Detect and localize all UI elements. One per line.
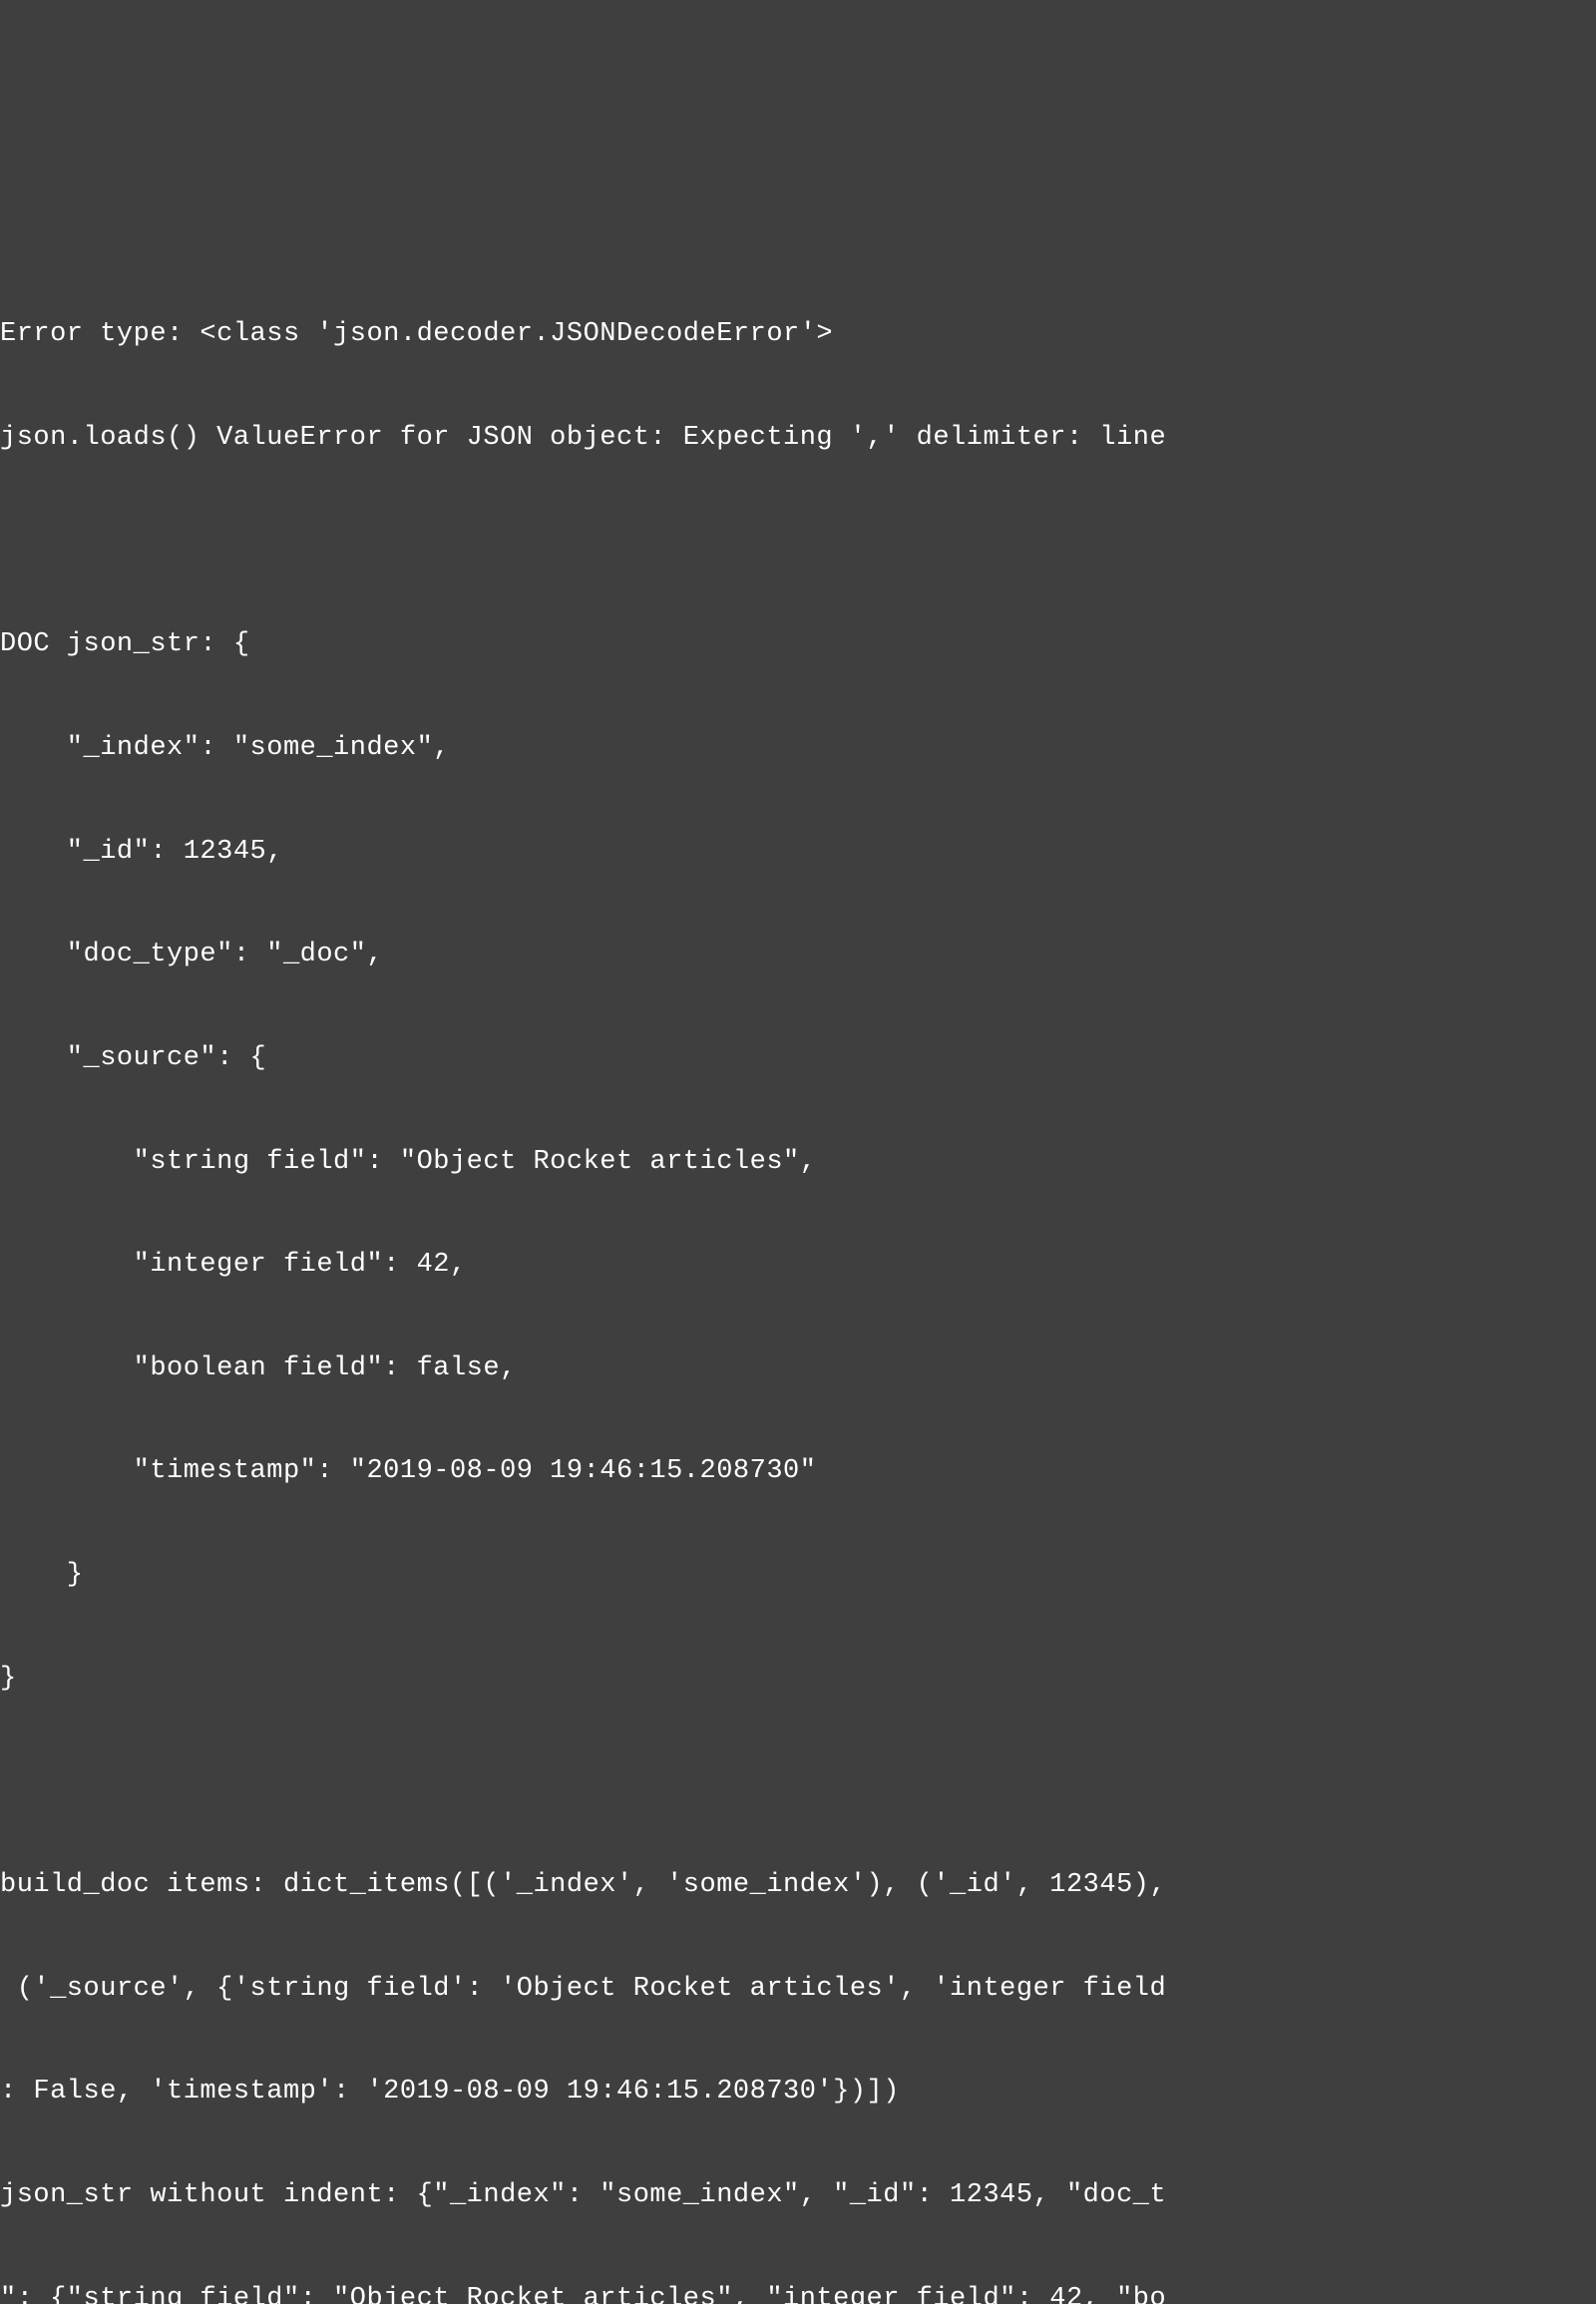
output-line: build_doc items: dict_items([('_index', … — [0, 1868, 1596, 1903]
output-line: "_index": "some_index", — [0, 731, 1596, 766]
terminal-output: Error type: <class 'json.decoder.JSONDec… — [0, 138, 1596, 2304]
output-line: "boolean field": false, — [0, 1351, 1596, 1386]
output-line: json_str without indent: {"_index": "som… — [0, 2178, 1596, 2213]
output-line: "doc_type": "_doc", — [0, 938, 1596, 972]
output-line: } — [0, 1558, 1596, 1593]
output-line: ": {"string field": "Object Rocket artic… — [0, 2282, 1596, 2304]
output-line: DOC json_str: { — [0, 627, 1596, 662]
output-line: json.loads() ValueError for JSON object:… — [0, 421, 1596, 456]
output-line: "string field": "Object Rocket articles"… — [0, 1145, 1596, 1180]
blank-line — [0, 1764, 1596, 1799]
output-line: Error type: <class 'json.decoder.JSONDec… — [0, 317, 1596, 352]
output-line: "_id": 12345, — [0, 835, 1596, 870]
output-line: "integer field": 42, — [0, 1248, 1596, 1283]
output-line: "_source": { — [0, 1041, 1596, 1076]
output-line: ('_source', {'string field': 'Object Roc… — [0, 1972, 1596, 2007]
output-line: "timestamp": "2019-08-09 19:46:15.208730… — [0, 1454, 1596, 1489]
output-line: : False, 'timestamp': '2019-08-09 19:46:… — [0, 2075, 1596, 2110]
output-line: } — [0, 1662, 1596, 1697]
blank-line — [0, 525, 1596, 560]
